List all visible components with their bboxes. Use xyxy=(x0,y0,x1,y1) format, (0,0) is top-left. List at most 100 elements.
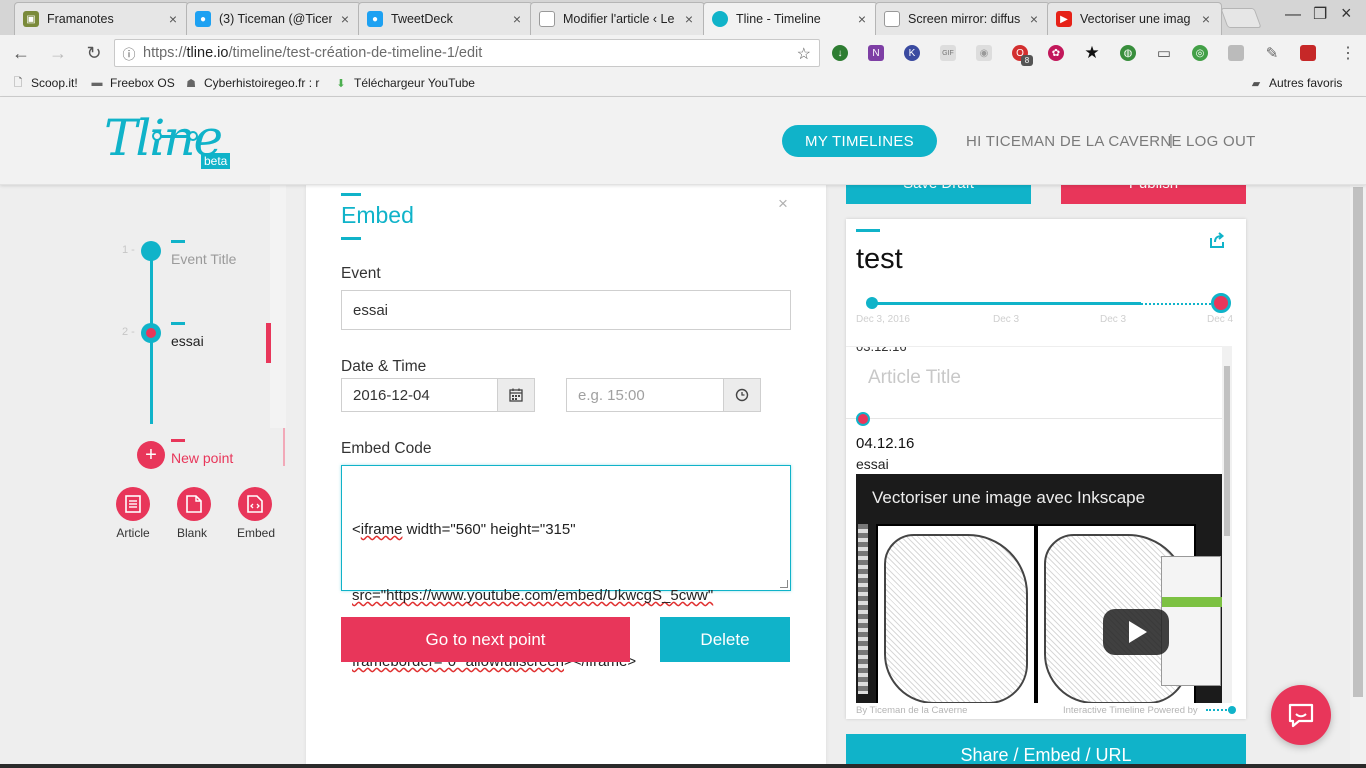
back-icon[interactable]: ← xyxy=(9,41,33,65)
new-point-button[interactable]: New point xyxy=(171,450,233,466)
article-button[interactable] xyxy=(116,487,150,521)
tab-tweetdeck[interactable]: ● TweetDeck × xyxy=(358,2,533,35)
embed-code-icon xyxy=(247,495,263,513)
minimize-icon[interactable]: — xyxy=(1285,6,1301,24)
extension-grey-icon[interactable] xyxy=(1228,45,1244,61)
close-tab-icon[interactable]: × xyxy=(338,11,352,27)
page-scrollbar[interactable] xyxy=(1350,185,1366,768)
reload-icon[interactable]: ↻ xyxy=(82,41,106,65)
bookmark-freebox[interactable]: ▬ Freebox OS xyxy=(90,76,175,90)
close-tab-icon[interactable]: × xyxy=(855,11,869,27)
bookmarks-bar: 🗋 Scoop.it! ▬ Freebox OS ☗ Cyberhistoire… xyxy=(0,71,1366,97)
point-dash xyxy=(171,322,185,325)
preview-date-cut: 03.12.16 xyxy=(856,346,907,354)
new-point-plus-icon[interactable]: + xyxy=(137,441,165,469)
onenote-icon[interactable]: N xyxy=(868,45,884,61)
close-tab-icon[interactable]: × xyxy=(1199,11,1213,27)
extension-download-icon[interactable]: ↓ xyxy=(832,45,848,61)
embed-code-label: Embed Code xyxy=(341,440,432,457)
preview-scrollbar[interactable] xyxy=(1222,346,1232,703)
preview-divider xyxy=(846,418,1222,419)
tab-tline[interactable]: Tline - Timeline × xyxy=(703,2,878,35)
save-draft-button[interactable]: Save Draft xyxy=(846,185,1031,204)
extension-flower-icon[interactable]: ✿ xyxy=(1048,45,1064,61)
info-icon[interactable]: ⓘ xyxy=(115,44,143,63)
preview-scrollbar-thumb[interactable] xyxy=(1224,366,1230,536)
preview-axis-start[interactable] xyxy=(866,297,878,309)
time-input[interactable]: e.g. 15:00 xyxy=(566,378,724,412)
time-picker-button[interactable] xyxy=(723,378,761,412)
preview-footer-author: By Ticeman de la Caverne xyxy=(856,705,968,716)
close-tab-icon[interactable]: × xyxy=(166,11,180,27)
bookmark-label: Téléchargeur YouTube xyxy=(354,76,475,90)
tab-screen-mirror[interactable]: Screen mirror: diffus × xyxy=(875,2,1050,35)
preview-axis-current[interactable] xyxy=(1211,293,1231,313)
page-scrollbar-thumb[interactable] xyxy=(1353,187,1363,697)
play-icon[interactable] xyxy=(1103,609,1169,655)
close-window-icon[interactable]: × xyxy=(1341,3,1352,24)
close-tab-icon[interactable]: × xyxy=(510,11,524,27)
logo-line xyxy=(160,135,188,138)
delete-button[interactable]: Delete xyxy=(660,617,790,662)
tab-framanotes[interactable]: ▣ Framanotes × xyxy=(14,2,189,35)
date-picker-button[interactable] xyxy=(497,378,535,412)
extension-eye-icon[interactable]: ◎ xyxy=(1192,45,1208,61)
timeline-node-2-current[interactable] xyxy=(141,323,161,343)
embed-code-textarea[interactable]: <iframe width="560" height="315" src="ht… xyxy=(341,465,791,670)
chat-button[interactable] xyxy=(1271,685,1331,745)
bookmark-other[interactable]: ▰ Autres favoris xyxy=(1249,76,1343,90)
logout-link[interactable]: LOG OUT xyxy=(1186,133,1256,150)
youtube-video-embed[interactable]: Vectoriser une image avec Inkscape xyxy=(856,474,1222,703)
bookmark-cyberhistoire[interactable]: ☗ Cyberhistoiregeo.fr : r xyxy=(184,76,319,90)
timeline-node-1[interactable] xyxy=(141,241,161,261)
preview-events-list[interactable]: 03.12.16 Article Title 04.12.16 essai Ve… xyxy=(846,346,1226,703)
bookmark-star-icon[interactable]: ☆ xyxy=(797,44,811,64)
pen-icon[interactable]: ✎ xyxy=(1264,45,1280,62)
cast-icon[interactable]: ▭ xyxy=(1156,45,1172,62)
timeline-point-1[interactable]: Event Title xyxy=(171,251,236,267)
date-input[interactable]: 2016-12-04 xyxy=(341,378,498,412)
video-frame-left xyxy=(876,524,1036,703)
address-bar[interactable]: ⓘ https:// tline.io /timeline/test-créat… xyxy=(114,39,820,67)
publish-button[interactable]: Publish xyxy=(1061,185,1246,204)
embed-button[interactable] xyxy=(238,487,272,521)
tab-title: Screen mirror: diffus xyxy=(908,12,1021,26)
tab-modifier-article[interactable]: Modifier l'article ‹ Le × xyxy=(530,2,705,35)
tab-youtube[interactable]: ▶ Vectoriser une imag × xyxy=(1047,2,1222,35)
extension-k-icon[interactable]: K xyxy=(904,45,920,61)
star-extension-icon[interactable]: ★ xyxy=(1084,43,1100,62)
new-tab-button[interactable] xyxy=(1220,8,1262,28)
my-timelines-button[interactable]: MY TIMELINES xyxy=(782,125,937,157)
timeline-point-2[interactable]: essai xyxy=(171,333,204,349)
close-form-icon[interactable]: × xyxy=(778,194,788,214)
user-greeting[interactable]: HI TICEMAN DE LA CAVERNE xyxy=(966,133,1182,150)
bookmark-youtube-downloader[interactable]: ⬇ Téléchargeur YouTube xyxy=(334,76,475,90)
folder-icon: ▰ xyxy=(1251,77,1261,90)
rss-icon[interactable]: ◉ xyxy=(976,45,992,61)
maximize-icon[interactable]: ❐ xyxy=(1313,4,1327,24)
extension-turtle-icon[interactable]: ◍ xyxy=(1120,45,1136,61)
preview-event-title: essai xyxy=(856,456,889,472)
close-tab-icon[interactable]: × xyxy=(682,11,696,27)
publish-label: Publish xyxy=(1129,185,1178,204)
logo-dot xyxy=(152,131,162,141)
tab-twitter[interactable]: ● (3) Ticeman (@Ticer × xyxy=(186,2,361,35)
url-host: tline.io xyxy=(186,45,229,61)
browser-toolbar: ← → ↻ ⓘ https:// tline.io /timeline/test… xyxy=(0,35,1366,71)
blank-button[interactable] xyxy=(177,487,211,521)
share-embed-url-button[interactable]: Share / Embed / URL xyxy=(846,734,1246,768)
preview-dash xyxy=(856,229,880,232)
close-tab-icon[interactable]: × xyxy=(1027,11,1041,27)
event-input[interactable]: essai xyxy=(341,290,791,330)
go-to-next-point-button[interactable]: Go to next point xyxy=(341,617,630,662)
extension-book-icon[interactable] xyxy=(1300,45,1316,61)
preview-axis-dotted xyxy=(1141,303,1219,305)
menu-kebab-icon[interactable]: ⋮ xyxy=(1340,43,1356,63)
gif-icon[interactable]: GIF xyxy=(940,45,956,61)
share-icon[interactable] xyxy=(1208,231,1226,249)
bookmark-scoopit[interactable]: 🗋 Scoop.it! xyxy=(11,76,78,90)
forward-icon[interactable]: → xyxy=(46,41,70,65)
url-scheme: https:// xyxy=(143,45,187,61)
chat-icon xyxy=(1288,703,1314,728)
resize-grip[interactable] xyxy=(780,580,788,588)
